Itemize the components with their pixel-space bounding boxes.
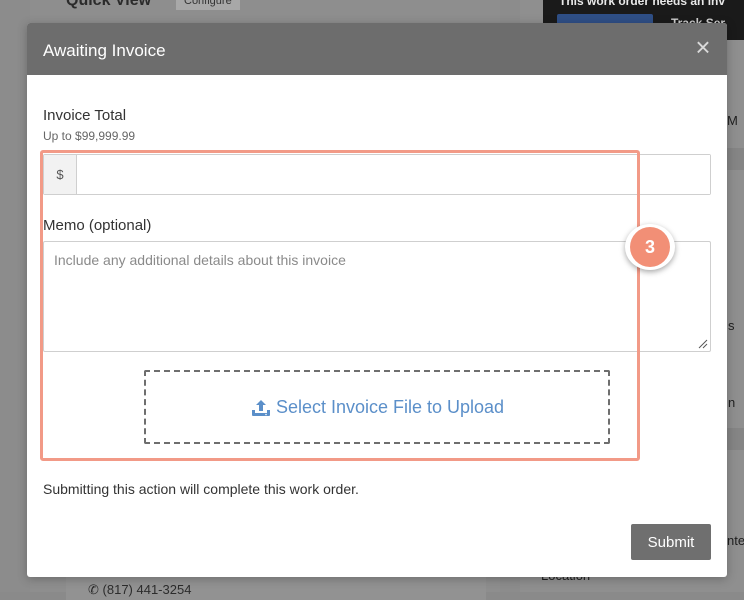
background-side-text: nte	[727, 533, 744, 548]
completion-note: Submitting this action will complete thi…	[43, 481, 359, 497]
resize-grip-icon[interactable]	[698, 339, 708, 349]
background-banner-text: This work order needs an inv	[559, 0, 726, 8]
step-number: 3	[630, 227, 670, 267]
close-icon[interactable]: ×	[691, 34, 715, 60]
background-phone: ✆ (817) 441-3254	[88, 582, 191, 598]
background-phone-number: (817) 441-3254	[102, 582, 192, 597]
background-quick-view-title: Quick View	[66, 0, 152, 9]
background-side-text: s	[728, 318, 735, 333]
background-configure-button: Configure	[176, 0, 240, 10]
step-highlight-frame	[40, 150, 640, 461]
step-badge: 3	[625, 224, 675, 270]
invoice-total-label: Invoice Total	[43, 107, 127, 124]
background-side-text: M	[727, 113, 738, 128]
modal-title: Awaiting Invoice	[43, 41, 166, 60]
phone-icon: ✆	[88, 582, 99, 597]
background-side-text: n	[728, 395, 736, 410]
submit-button[interactable]: Submit	[631, 524, 711, 560]
invoice-total-hint: Up to $99,999.99	[43, 129, 136, 143]
modal-header: Awaiting Invoice ×	[27, 23, 727, 75]
